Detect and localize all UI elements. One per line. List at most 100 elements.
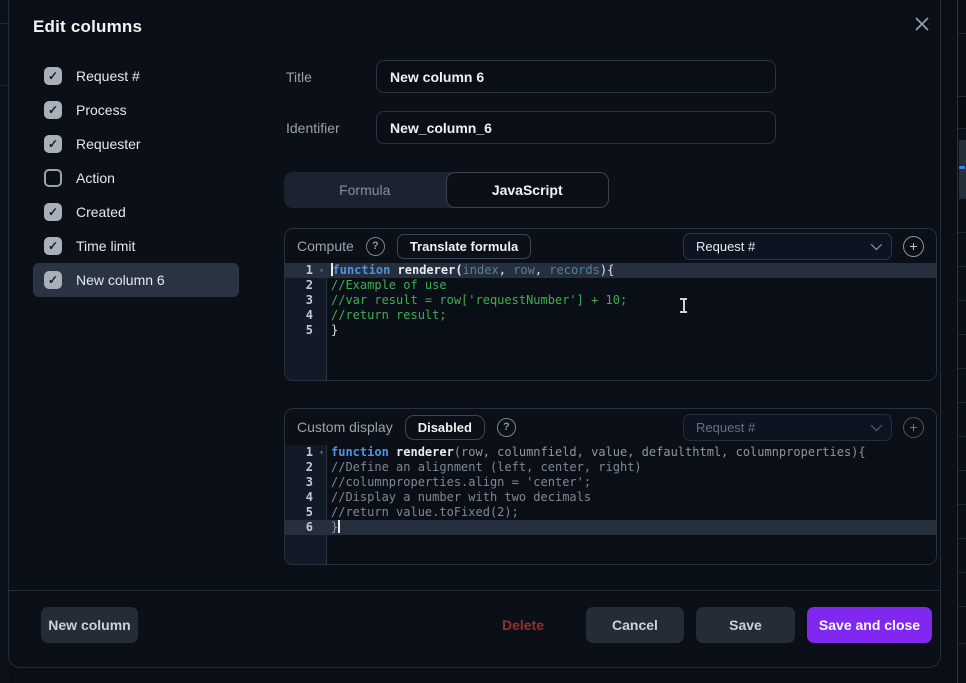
code-line[interactable]: 2//Example of use (285, 278, 936, 293)
background-table-line (958, 300, 966, 301)
close-icon[interactable] (910, 12, 934, 36)
code-line[interactable]: 2//Define an alignment (left, center, ri… (285, 460, 936, 475)
background-table-line (958, 232, 966, 233)
add-icon[interactable]: + (903, 417, 924, 438)
footer-divider (9, 590, 940, 591)
code-line[interactable]: 3//columnproperties.align = 'center'; (285, 475, 936, 490)
background-table-icon (959, 166, 965, 169)
custom-display-column-dropdown[interactable]: Request # (683, 414, 892, 441)
column-list-item[interactable]: ✓Created (33, 195, 239, 229)
background-table-line (958, 266, 966, 267)
title-input[interactable] (376, 60, 776, 93)
column-list-item-label: Requester (76, 136, 141, 152)
column-list-item[interactable]: ✓ Time limit (33, 229, 239, 263)
modal-title: Edit columns (33, 17, 142, 37)
code-text: function renderer(index, row, records){ (327, 263, 614, 278)
compute-dropdown-value: Request # (696, 239, 755, 254)
checkbox-checked-icon[interactable]: ✓ (44, 67, 62, 85)
compute-panel-header: Compute ? Translate formula Request # + (285, 229, 936, 263)
identifier-label: Identifier (286, 120, 340, 136)
background-table-line (958, 470, 966, 471)
code-line[interactable]: 4//Display a number with two decimals (285, 490, 936, 505)
line-number: 1▾ (285, 263, 327, 278)
column-list: ✓ Request # ✓ Process ✓ Requester Action ✓Creat… (33, 59, 239, 297)
code-line[interactable]: 1▾function renderer(row, columnfield, va… (285, 445, 936, 460)
translate-formula-button[interactable]: Translate formula (397, 234, 531, 259)
code-line[interactable]: 4//return result; (285, 308, 936, 323)
background-table-line (958, 96, 966, 97)
background-table-cell-highlight (959, 140, 966, 198)
code-line[interactable]: 5//return value.toFixed(2); (285, 505, 936, 520)
code-text: } (327, 323, 338, 338)
code-text: //Example of use (327, 278, 447, 293)
checkbox-checked-icon[interactable]: ✓ (44, 101, 62, 119)
compute-code-editor[interactable]: 1▾function renderer(index, row, records)… (285, 263, 936, 380)
code-text: //Display a number with two decimals (327, 490, 591, 505)
help-icon[interactable]: ? (366, 237, 385, 256)
background-table-line (958, 436, 966, 437)
line-number: 3 (285, 293, 327, 308)
title-label: Title (286, 69, 312, 85)
tab-formula[interactable]: Formula (284, 172, 446, 208)
custom-display-label: Custom display (297, 419, 393, 435)
footer-actions: Delete Cancel Save Save and close (502, 607, 932, 643)
column-list-item-label: Process (76, 102, 127, 118)
background-table-line (958, 643, 966, 644)
custom-display-header: Custom display Disabled ? Request # + (285, 409, 936, 445)
checkbox-checked-icon[interactable]: ✓ (44, 237, 62, 255)
code-text: //var result = row['requestNumber'] + 10… (327, 293, 627, 308)
line-number: 6 (285, 520, 327, 535)
chevron-down-icon (871, 420, 882, 431)
background-table-line (958, 538, 966, 539)
compute-panel: Compute ? Translate formula Request # + … (284, 228, 937, 381)
delete-button[interactable]: Delete (502, 617, 544, 633)
code-text: //Define an alignment (left, center, rig… (327, 460, 642, 475)
line-number: 1▾ (285, 445, 327, 460)
help-icon[interactable]: ? (497, 418, 516, 437)
code-text: } (327, 520, 340, 535)
background-table-line (958, 198, 966, 199)
code-text: function renderer(row, columnfield, valu… (327, 445, 866, 460)
code-line[interactable]: 3//var result = row['requestNumber'] + 1… (285, 293, 936, 308)
column-list-item[interactable]: ✓ Process (33, 93, 239, 127)
fold-arrow-icon[interactable]: ▾ (319, 263, 324, 278)
column-list-item[interactable]: Action (33, 161, 239, 195)
compute-label: Compute (297, 238, 354, 254)
code-text: //return value.toFixed(2); (327, 505, 519, 520)
text-caret (338, 520, 340, 533)
column-list-item-label: Time limit (76, 238, 135, 254)
column-list-item-label: Action (76, 170, 115, 186)
checkbox-checked-icon[interactable]: ✓ (44, 271, 62, 289)
checkbox-checked-icon[interactable]: ✓ (44, 135, 62, 153)
tab-javascript[interactable]: JavaScript (446, 172, 610, 208)
save-button[interactable]: Save (696, 607, 795, 643)
column-list-item-label: Request # (76, 68, 140, 84)
code-line[interactable]: 5} (285, 323, 936, 338)
formula-javascript-tabs: Formula JavaScript (284, 172, 609, 208)
save-and-close-button[interactable]: Save and close (807, 607, 932, 643)
custom-display-code-editor[interactable]: 1▾function renderer(row, columnfield, va… (285, 445, 936, 564)
background-table-line (958, 128, 966, 129)
background-table-line (958, 368, 966, 369)
column-list-item[interactable]: ✓ Request # (33, 59, 239, 93)
line-number: 4 (285, 308, 327, 323)
new-column-button[interactable]: New column (41, 607, 138, 643)
code-line[interactable]: 1▾function renderer(index, row, records)… (285, 263, 936, 278)
code-line[interactable]: 6} (285, 520, 936, 535)
custom-display-dropdown-value: Request # (696, 420, 755, 435)
line-number: 5 (285, 323, 327, 338)
identifier-input[interactable] (376, 111, 776, 144)
compute-column-dropdown[interactable]: Request # (683, 233, 892, 260)
checkbox-checked-icon[interactable]: ✓ (44, 203, 62, 221)
disabled-toggle-button[interactable]: Disabled (405, 415, 485, 440)
code-text: //return result; (327, 308, 447, 323)
column-list-item[interactable]: ✓New column 6 (33, 263, 239, 297)
code-text: //columnproperties.align = 'center'; (327, 475, 591, 490)
column-list-item[interactable]: ✓ Requester (33, 127, 239, 161)
fold-arrow-icon[interactable]: ▾ (319, 445, 324, 460)
background-table-line (958, 504, 966, 505)
cancel-button[interactable]: Cancel (586, 607, 684, 643)
add-icon[interactable]: + (903, 236, 924, 257)
checkbox-unchecked-icon[interactable] (44, 169, 62, 187)
line-number: 4 (285, 490, 327, 505)
